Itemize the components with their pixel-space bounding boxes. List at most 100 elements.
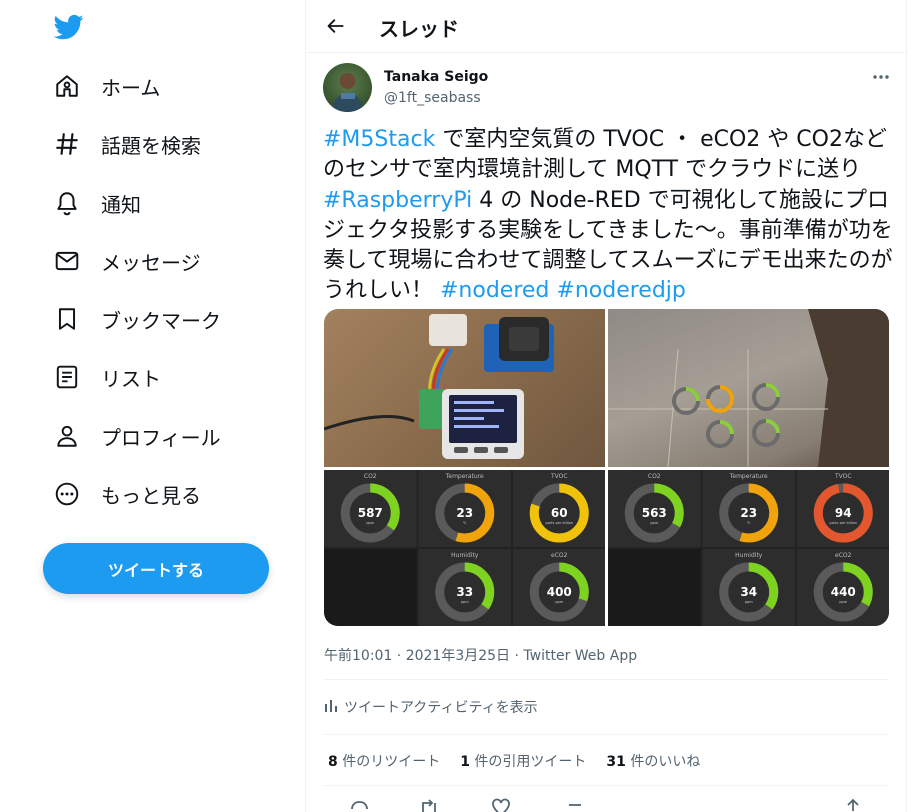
- activity-label: ツイートアクティビティを表示: [344, 700, 538, 716]
- quotes-stat[interactable]: 1 件の引用ツイート: [460, 751, 586, 771]
- gauge-temperature: Temperature 23℃: [418, 470, 511, 547]
- gauge-panel: [608, 549, 701, 626]
- sidebar-item-home[interactable]: ホーム: [52, 66, 160, 106]
- like-icon[interactable]: [490, 797, 514, 812]
- gauge-co2: CO2 587ppm: [324, 470, 417, 547]
- photo-projection[interactable]: [608, 309, 889, 467]
- gauge-value: 60: [551, 506, 568, 520]
- gauge-value: 34: [740, 585, 757, 599]
- gauge-empty: [608, 549, 701, 626]
- gauge-empty: [324, 549, 417, 626]
- gauge-value: 33: [456, 585, 473, 599]
- avatar[interactable]: [323, 63, 372, 112]
- gauge-title: Humidity: [451, 552, 479, 559]
- gauge-value: 563: [642, 506, 667, 520]
- gauge-unit: ppm: [555, 600, 563, 604]
- sidebar-item-label: プロフィール: [101, 425, 221, 450]
- gauge-unit: parts per billion: [545, 521, 573, 525]
- thread-column: スレッド Tanaka Seigo @1ft_seabass #M5Stack …: [305, 0, 907, 812]
- user-handle[interactable]: @1ft_seabass: [384, 90, 481, 106]
- sidebar-item-messages[interactable]: メッセージ: [52, 241, 201, 281]
- gauge-unit: ppm: [366, 521, 374, 525]
- reply-icon[interactable]: [348, 797, 372, 812]
- bell-icon: [52, 188, 82, 218]
- gauge-title: eCO2: [551, 552, 568, 559]
- gauge-title: Temperature: [445, 473, 484, 480]
- sidebar-item-bookmarks[interactable]: ブックマーク: [52, 299, 221, 339]
- photo-dashboard-2[interactable]: CO2 563 ppm Temperature 23 ℃ TVOC 94 parts per b…: [608, 470, 889, 626]
- gauge-humidity: Humidity 34ppm: [702, 549, 795, 626]
- gauge-panel: [324, 549, 417, 626]
- likes-stat[interactable]: 31 件のいいね: [606, 751, 700, 771]
- tweet-timestamp[interactable]: 午前10:01 · 2021年3月25日 · Twitter Web App: [324, 645, 637, 665]
- page-title: スレッド: [379, 17, 459, 41]
- gauge-unit: ppm: [650, 521, 658, 525]
- tweet-actions: [342, 797, 862, 812]
- hashtag-icon: [52, 129, 82, 159]
- sidebar-item-notifications[interactable]: 通知: [52, 183, 141, 223]
- gauge-unit: ℃: [463, 521, 467, 525]
- bookmark-icon: [52, 304, 82, 334]
- gauge-value: 23: [456, 506, 473, 520]
- gauge-title: TVOC: [550, 473, 568, 480]
- gauge-value: 94: [835, 506, 852, 520]
- tweet-text: #M5Stack で室内空気質の TVOC ・ eCO2 や CO2などのセンサ…: [323, 125, 898, 307]
- retweet-icon[interactable]: [418, 797, 442, 812]
- sidebar-nav: ホーム 話題を検索 通知 メッセージ ブックマーク リスト プロフィール もっと…: [0, 0, 305, 812]
- sidebar-item-more[interactable]: もっと見る: [52, 474, 201, 514]
- tweet-activity-link[interactable]: ツイートアクティビティを表示: [324, 697, 538, 717]
- more-options-icon[interactable]: [870, 67, 892, 87]
- sidebar-item-label: ホーム: [101, 75, 161, 100]
- gauge-eco2: eCO2 440ppm: [797, 549, 889, 626]
- more-circle-icon: [52, 479, 82, 509]
- gauge-unit: ppm: [461, 600, 469, 604]
- gauge-title: CO2: [364, 473, 377, 480]
- gauge-title: eCO2: [835, 552, 852, 559]
- home-icon: [52, 71, 82, 101]
- hashtag-link[interactable]: #RaspberryPi: [323, 188, 472, 213]
- sidebar-item-label: ブックマーク: [101, 308, 221, 333]
- gauge-value: 587: [358, 506, 383, 520]
- back-arrow-icon[interactable]: [322, 12, 350, 40]
- list-icon: [52, 362, 82, 392]
- retweets-stat[interactable]: 8 件のリツイート: [328, 751, 440, 771]
- photo-dashboard-1[interactable]: CO2 587 ppm Temperature 23 ℃ TVOC 60 parts per b…: [324, 470, 605, 626]
- hashtag-link[interactable]: #M5Stack: [323, 127, 435, 152]
- media-grid: CO2 587 ppm Temperature 23 ℃ TVOC 60 parts per b…: [324, 309, 889, 626]
- gauge-tvoc: TVOC 94parts per billion: [797, 470, 889, 547]
- gauge-value: 400: [547, 585, 572, 599]
- gauge-unit: ppm: [839, 600, 847, 604]
- hashtag-link[interactable]: #nodered: [440, 278, 549, 303]
- gauge-tvoc: TVOC 60parts per billion: [513, 470, 605, 547]
- profile-icon: [52, 421, 82, 451]
- sidebar-item-label: リスト: [101, 366, 161, 391]
- gauge-unit: ppm: [745, 600, 753, 604]
- gauge-co2: CO2 563ppm: [608, 470, 701, 547]
- bar-chart-icon: [324, 698, 338, 716]
- gauge-title: Temperature: [729, 473, 768, 480]
- gauge-humidity: Humidity 33ppm: [418, 549, 511, 626]
- divider: [324, 785, 888, 786]
- twitter-logo-icon[interactable]: [53, 12, 85, 42]
- sidebar-item-label: 通知: [101, 192, 141, 217]
- gauge-value: 23: [740, 506, 757, 520]
- tweet-stats: 8 件のリツイート 1 件の引用ツイート 31 件のいいね: [328, 751, 720, 771]
- user-display-name[interactable]: Tanaka Seigo: [384, 69, 488, 85]
- photo-m5stack-device[interactable]: [324, 309, 605, 467]
- gauge-temperature: Temperature 23℃: [702, 470, 795, 547]
- gauge-title: Humidity: [735, 552, 763, 559]
- gauge-value: 440: [831, 585, 856, 599]
- sidebar-item-explore[interactable]: 話題を検索: [52, 124, 201, 164]
- hashtag-link[interactable]: #noderedjp: [556, 278, 685, 303]
- gauge-eco2: eCO2 400ppm: [513, 549, 605, 626]
- divider: [324, 679, 888, 680]
- bookmark-action-icon[interactable]: [564, 797, 588, 812]
- share-icon[interactable]: [842, 797, 866, 812]
- tweet-button[interactable]: ツイートする: [43, 543, 269, 594]
- divider: [324, 734, 888, 735]
- sidebar-item-profile[interactable]: プロフィール: [52, 416, 221, 456]
- sidebar-item-label: メッセージ: [101, 250, 201, 275]
- sidebar-item-lists[interactable]: リスト: [52, 357, 161, 397]
- gauge-title: TVOC: [834, 473, 852, 480]
- sidebar-item-label: もっと見る: [101, 483, 201, 508]
